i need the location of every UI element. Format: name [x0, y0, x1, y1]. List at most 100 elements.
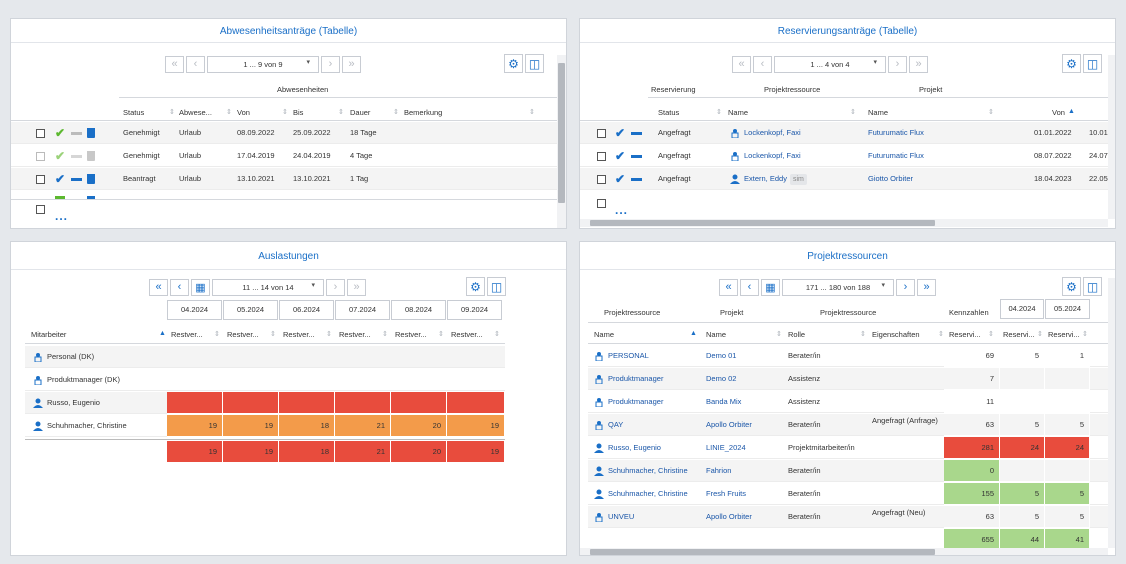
settings-gear-button[interactable]: ⚙ [504, 54, 523, 73]
reject-dash-icon[interactable] [71, 132, 82, 135]
next-page-button[interactable]: › [326, 278, 345, 296]
project-link[interactable]: Futurumatic Flux [864, 145, 924, 167]
project-link[interactable]: Fahrion [702, 460, 786, 482]
sort-icon[interactable]: ⇕ [850, 108, 856, 116]
col-restver[interactable]: Restver... [395, 330, 427, 339]
sort-icon[interactable]: ⇕ [988, 330, 994, 338]
sort-icon[interactable]: ⇕ [1082, 330, 1088, 338]
sort-asc-icon[interactable]: ▲ [1068, 108, 1075, 115]
col-proj-name[interactable]: Name [868, 108, 888, 117]
resource-link[interactable]: PERSONAL [604, 345, 704, 367]
resource-link[interactable]: UNVEU [604, 506, 704, 528]
first-page-button[interactable]: « [732, 55, 751, 73]
sort-icon[interactable]: ⇕ [438, 330, 444, 338]
columns-button[interactable]: ◫ [1083, 277, 1102, 296]
first-page-button[interactable]: « [165, 55, 184, 73]
resource-link[interactable]: Russo, Eugenio [604, 437, 704, 459]
last-page-button[interactable]: » [347, 278, 366, 296]
sort-icon[interactable]: ⇕ [860, 330, 866, 338]
col-von[interactable]: Von [1052, 108, 1065, 117]
last-page-button[interactable]: » [909, 55, 928, 73]
row-checkbox[interactable] [597, 175, 606, 184]
calendar-icon[interactable]: ▦ [191, 278, 210, 296]
col-abwesenheit[interactable]: Abwese... [179, 108, 212, 117]
columns-button[interactable]: ◫ [487, 277, 506, 296]
col-eigenschaften[interactable]: Eigenschaften [872, 330, 920, 339]
project-link[interactable]: LINIE_2024 [702, 437, 786, 459]
sort-icon[interactable]: ⇕ [529, 108, 535, 116]
next-page-button[interactable]: › [888, 55, 907, 73]
prev-page-button[interactable]: ‹ [186, 55, 205, 73]
row-checkbox[interactable] [597, 152, 606, 161]
page-select[interactable]: 171 ... 180 von 188 ▾ [782, 278, 894, 296]
resource-link[interactable]: Lockenkopf, Faxi [740, 145, 801, 167]
sort-icon[interactable]: ⇕ [776, 330, 782, 338]
col-von[interactable]: Von [237, 108, 250, 117]
approve-check-icon[interactable]: ✔ [615, 150, 625, 162]
col-status[interactable]: Status [123, 108, 144, 117]
prev-page-button[interactable]: ‹ [753, 55, 772, 73]
page-select[interactable]: 1 ... 9 von 9 ▾ [207, 55, 319, 73]
sort-icon[interactable]: ⇕ [494, 330, 500, 338]
reject-dash-icon[interactable] [71, 178, 82, 181]
project-link[interactable]: Demo 02 [702, 368, 786, 390]
trash-icon[interactable] [87, 174, 95, 184]
sort-icon[interactable]: ⇕ [938, 330, 944, 338]
project-link[interactable]: Apollo Orbiter [702, 414, 786, 436]
prev-page-button[interactable]: ‹ [740, 278, 759, 296]
col-mitarbeiter[interactable]: Mitarbeiter [31, 330, 66, 339]
sort-icon[interactable]: ⇕ [169, 108, 175, 116]
col-res-name[interactable]: Name [728, 108, 748, 117]
vertical-scrollbar[interactable] [1108, 55, 1115, 219]
reject-dash-icon[interactable] [631, 155, 642, 158]
sort-icon[interactable]: ⇕ [393, 108, 399, 116]
columns-button[interactable]: ◫ [1083, 54, 1102, 73]
col-restver[interactable]: Restver... [171, 330, 203, 339]
sort-icon[interactable]: ⇕ [382, 330, 388, 338]
col-restver[interactable]: Restver... [283, 330, 315, 339]
project-link[interactable]: Fresh Fruits [702, 483, 786, 505]
project-link[interactable]: Giotto Orbiter [864, 168, 913, 190]
project-link[interactable]: Futurumatic Flux [864, 122, 924, 144]
columns-button[interactable]: ◫ [525, 54, 544, 73]
col-bis[interactable]: Bis [293, 108, 303, 117]
sort-asc-icon[interactable]: ▲ [159, 330, 166, 337]
col-rolle[interactable]: Rolle [788, 330, 805, 339]
more-rows-link[interactable]: ... [615, 203, 628, 217]
sort-icon[interactable]: ⇕ [270, 330, 276, 338]
first-page-button[interactable]: « [719, 278, 738, 296]
next-page-button[interactable]: › [321, 55, 340, 73]
calendar-icon[interactable]: ▦ [761, 278, 780, 296]
sort-icon[interactable]: ⇕ [214, 330, 220, 338]
col-reservi[interactable]: Reservi... [949, 330, 981, 339]
project-link[interactable]: Demo 01 [702, 345, 786, 367]
sort-icon[interactable]: ⇕ [226, 108, 232, 116]
last-page-button[interactable]: » [342, 55, 361, 73]
col-proj-name[interactable]: Name [706, 330, 726, 339]
resource-link[interactable]: Schuhmacher, Christine [604, 483, 704, 505]
next-page-button[interactable]: › [896, 278, 915, 296]
row-checkbox[interactable] [36, 129, 45, 138]
col-reservi[interactable]: Reservi... [1048, 330, 1080, 339]
resource-link[interactable]: Produktmanager [604, 368, 704, 390]
more-rows-link[interactable]: ... [55, 209, 68, 223]
scroll-thumb[interactable] [590, 220, 935, 226]
scroll-thumb[interactable] [590, 549, 935, 555]
sort-icon[interactable]: ⇕ [988, 108, 994, 116]
col-status[interactable]: Status [658, 108, 679, 117]
reject-dash-icon[interactable] [631, 132, 642, 135]
trash-icon[interactable] [87, 128, 95, 138]
col-restver[interactable]: Restver... [227, 330, 259, 339]
col-restver[interactable]: Restver... [451, 330, 483, 339]
resource-link[interactable]: Produktmanager [604, 391, 704, 413]
col-res-name[interactable]: Name [594, 330, 614, 339]
page-select[interactable]: 11 ... 14 von 14 ▾ [212, 278, 324, 296]
sort-icon[interactable]: ⇕ [326, 330, 332, 338]
project-link[interactable]: Apollo Orbiter [702, 506, 786, 528]
settings-gear-button[interactable]: ⚙ [466, 277, 485, 296]
sort-icon[interactable]: ⇕ [338, 108, 344, 116]
horizontal-scrollbar[interactable] [580, 548, 1108, 555]
row-checkbox[interactable] [36, 175, 45, 184]
settings-gear-button[interactable]: ⚙ [1062, 54, 1081, 73]
col-reservi[interactable]: Reservi... [1003, 330, 1035, 339]
